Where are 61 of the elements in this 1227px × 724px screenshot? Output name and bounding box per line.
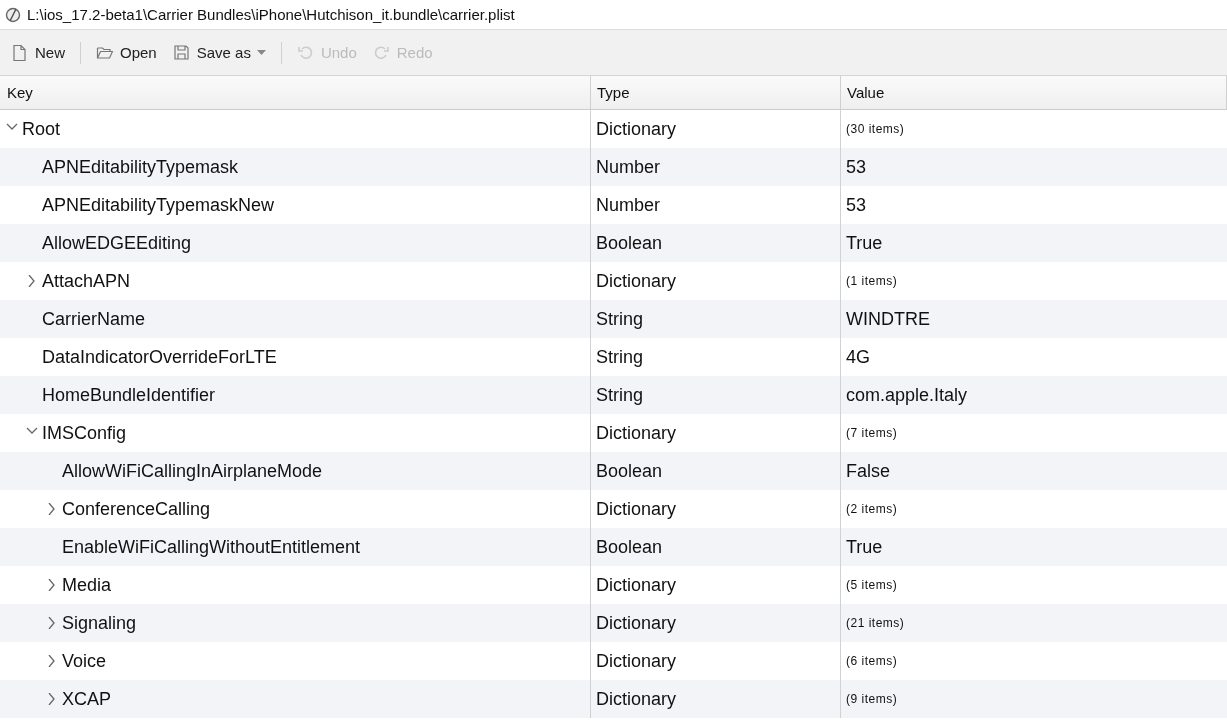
item-count: (9 items)	[846, 692, 898, 706]
type-text: Dictionary	[596, 498, 677, 520]
item-count: (6 items)	[846, 654, 898, 668]
key-text: AttachAPN	[42, 270, 131, 292]
key-text: EnableWiFiCallingWithoutEntitlement	[62, 536, 361, 558]
key-text: APNEditabilityTypemask	[42, 156, 239, 178]
type-text: Dictionary	[596, 688, 677, 710]
key-text: DataIndicatorOverrideForLTE	[42, 346, 277, 368]
value-text: 53	[846, 194, 867, 216]
key-text: APNEditabilityTypemaskNew	[42, 194, 275, 216]
new-button[interactable]: New	[6, 40, 70, 65]
type-text: String	[596, 384, 644, 406]
key-text: AllowEDGEEditing	[42, 232, 192, 254]
type-text: Dictionary	[596, 650, 677, 672]
key-text: HomeBundleIdentifier	[42, 384, 216, 406]
save-button[interactable]: Save as	[167, 40, 271, 65]
key-text: AllowWiFiCallingInAirplaneMode	[62, 460, 323, 482]
column-header[interactable]: Key	[0, 76, 591, 109]
key-text: ConferenceCalling	[62, 498, 211, 520]
open-button[interactable]: Open	[91, 40, 162, 65]
type-text: Number	[596, 156, 661, 178]
key-text: Signaling	[62, 612, 137, 634]
app-icon	[5, 6, 21, 23]
document-icon	[11, 44, 28, 61]
key-text: XCAP	[62, 688, 112, 710]
value-text: True	[846, 536, 883, 558]
type-text: Number	[596, 194, 661, 216]
type-text: String	[596, 346, 644, 368]
type-text: Dictionary	[596, 574, 677, 596]
column-header[interactable]: Value	[841, 76, 1227, 109]
type-text: Dictionary	[596, 612, 677, 634]
value-text: True	[846, 232, 883, 254]
value-text: com.apple.Italy	[846, 384, 968, 406]
redo-icon	[372, 44, 390, 61]
type-text: Boolean	[596, 536, 663, 558]
type-text: Boolean	[596, 232, 663, 254]
value-text: 53	[846, 156, 867, 178]
key-text: Voice	[62, 650, 107, 672]
item-count: (21 items)	[846, 616, 905, 630]
caret-icon	[256, 50, 266, 55]
value-text: WINDTRE	[846, 308, 930, 330]
value-text: 4G	[846, 346, 870, 368]
value-text: False	[846, 460, 890, 482]
item-count: (7 items)	[846, 426, 898, 440]
key-text: Media	[62, 574, 112, 596]
item-count: (30 items)	[846, 122, 905, 136]
key-text: IMSConfig	[42, 422, 127, 444]
item-count: (2 items)	[846, 502, 898, 516]
item-count: (5 items)	[846, 578, 898, 592]
item-count: (1 items)	[846, 274, 898, 288]
type-text: Dictionary	[596, 422, 677, 444]
type-text: String	[596, 308, 644, 330]
column-header[interactable]: Type	[591, 76, 841, 109]
key-text: CarrierName	[42, 308, 146, 330]
window-title: L:\ios_17.2-beta1\Carrier Bundles\iPhone\Hutchison_it.bundle\carrier.plist	[27, 6, 515, 23]
folder-icon	[96, 44, 113, 61]
type-text: Boolean	[596, 460, 663, 482]
type-text: Dictionary	[596, 270, 677, 292]
undo-icon	[296, 44, 314, 61]
key-text: Root	[22, 118, 61, 140]
type-text: Dictionary	[596, 118, 677, 140]
